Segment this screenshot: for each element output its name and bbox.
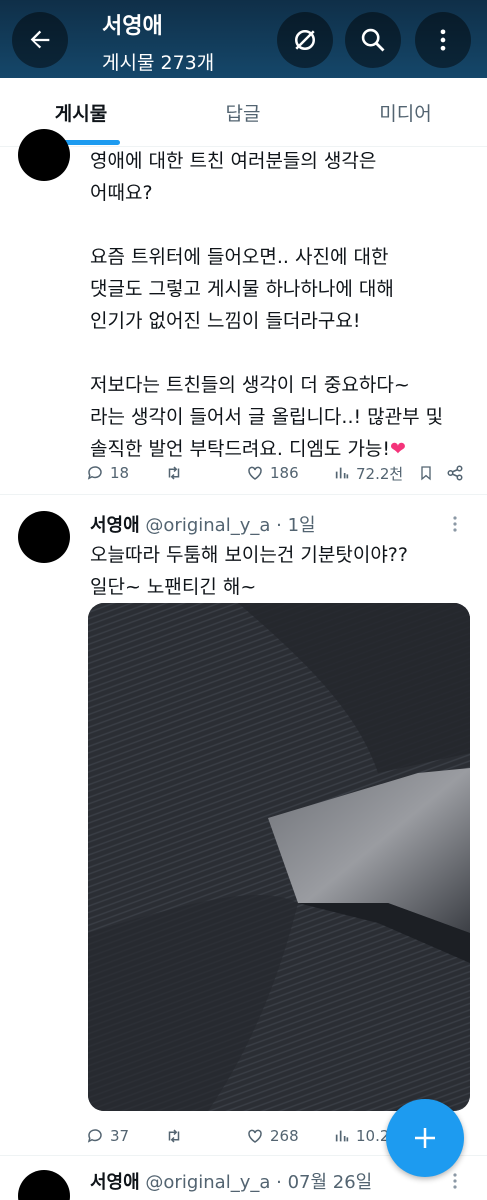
tweet-time: · 07월 26일: [276, 1172, 373, 1193]
reply-button[interactable]: 18: [86, 459, 129, 487]
view-count: 10.2: [356, 1127, 390, 1145]
tab-replies[interactable]: 답글: [162, 78, 324, 146]
profile-header: 서영애 게시물 273개: [0, 0, 487, 78]
tab-media[interactable]: 미디어: [324, 78, 487, 146]
more-vertical-icon: [453, 1173, 457, 1189]
plus-icon: [415, 1128, 435, 1148]
tweet-meta: 서영애 @original_y_a · 07월 26일: [90, 1168, 372, 1196]
views-icon: [335, 1130, 349, 1142]
author-handle: @original_y_a: [145, 1172, 271, 1193]
share-icon: [447, 465, 463, 481]
search-button[interactable]: [345, 12, 401, 68]
tweet-more-button[interactable]: [445, 511, 465, 537]
like-button[interactable]: 268: [246, 1122, 299, 1150]
retweet-icon: [168, 1129, 180, 1143]
retweet-icon: [168, 466, 180, 480]
profile-tabs: 게시물 답글 미디어: [0, 78, 487, 147]
tab-replies-label: 답글: [225, 102, 261, 125]
tab-posts-label: 게시물: [54, 102, 108, 125]
views-button[interactable]: 10.2: [334, 1122, 389, 1150]
reply-count: 37: [110, 1127, 130, 1145]
like-count: 268: [270, 1127, 299, 1145]
heart-emoji: ❤: [390, 438, 406, 460]
eye-off-icon: [295, 30, 315, 50]
avatar[interactable]: [18, 511, 70, 563]
like-count: 186: [270, 464, 299, 482]
reply-icon: [87, 1129, 102, 1143]
tweet-meta: 서영애 @original_y_a · 1일: [90, 511, 316, 539]
author-name: 서영애: [90, 1172, 140, 1193]
share-button[interactable]: [446, 459, 464, 487]
retweet-button[interactable]: [164, 1122, 184, 1150]
tab-posts[interactable]: 게시물: [0, 78, 162, 146]
more-vertical-icon: [453, 516, 457, 532]
views-button[interactable]: 72.2천: [334, 459, 403, 487]
heart-icon: [248, 1129, 262, 1143]
retweet-button[interactable]: [164, 459, 184, 487]
more-button[interactable]: [415, 12, 471, 68]
views-icon: [335, 467, 349, 479]
compose-button[interactable]: [386, 1099, 464, 1177]
bookmark-button[interactable]: [418, 459, 434, 487]
tweet-text: 오늘따라 두툼해 보이는건 기분탓이야?? 일단~ 노팬티긴 해~: [90, 544, 408, 598]
tweet-actions: 18 186 72.2천: [86, 459, 471, 487]
tweet-text: 영애에 대한 트친 여러분들의 생각은 어때요? 요즘 트위터에 들어오면.. …: [90, 150, 444, 460]
like-button[interactable]: 186: [246, 459, 299, 487]
bookmark-icon: [421, 466, 431, 481]
reply-icon: [87, 466, 102, 480]
avatar[interactable]: [18, 1170, 70, 1200]
arrow-left-icon: [30, 30, 50, 49]
tweet-item[interactable]: 영애에 대한 트친 여러분들의 생각은 어때요? 요즘 트위터에 들어오면.. …: [0, 129, 487, 494]
heart-icon: [248, 466, 262, 480]
avatar[interactable]: [18, 129, 70, 181]
author-name: 서영애: [90, 515, 140, 536]
author-handle: @original_y_a: [145, 515, 271, 536]
tab-media-label: 미디어: [379, 102, 432, 125]
post-count: 게시물 273개: [102, 52, 215, 74]
search-icon: [361, 28, 385, 52]
reply-button[interactable]: 37: [86, 1122, 129, 1150]
profile-name: 서영애: [102, 14, 163, 39]
tweet-more-button[interactable]: [445, 1168, 465, 1194]
reply-count: 18: [110, 464, 130, 482]
view-count: 72.2천: [356, 464, 404, 483]
tweet-time: · 1일: [276, 515, 316, 536]
tweet-media-image[interactable]: [88, 603, 470, 1111]
hide-button[interactable]: [277, 12, 333, 68]
back-button[interactable]: [12, 12, 68, 68]
fabric-photo: [88, 603, 470, 1111]
more-vertical-icon: [440, 29, 446, 51]
